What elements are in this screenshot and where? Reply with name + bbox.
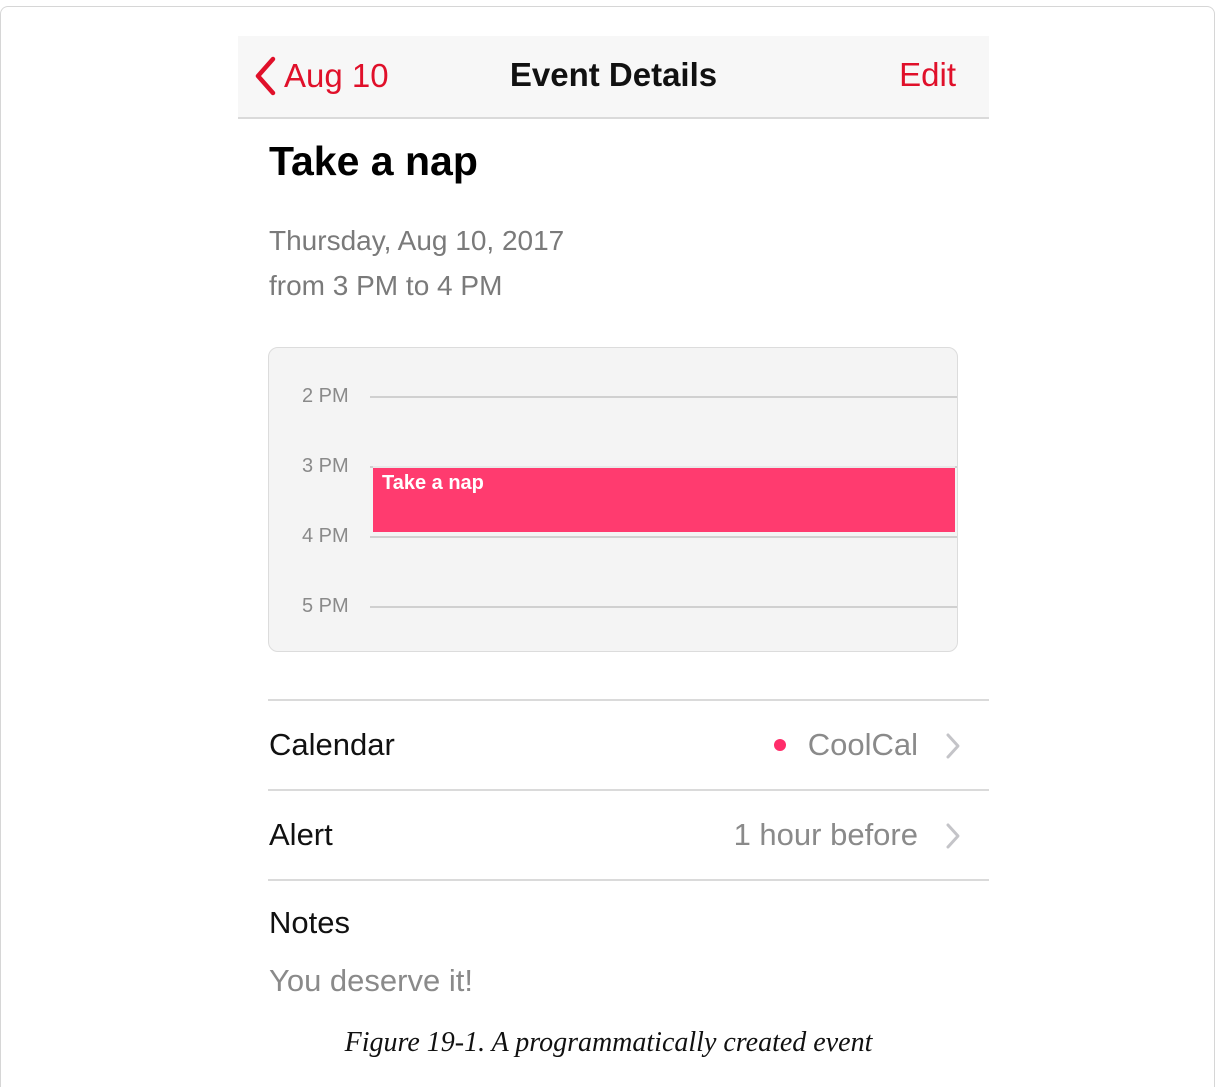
edit-button[interactable]: Edit xyxy=(899,56,956,94)
day-timeline-preview: 2 PM 3 PM 4 PM 5 PM Take a nap xyxy=(268,347,958,652)
event-block-label: Take a nap xyxy=(382,472,484,494)
notes-text: You deserve it! xyxy=(269,963,473,998)
calendar-value-group: CoolCal xyxy=(773,727,918,763)
chevron-right-icon xyxy=(945,822,961,855)
alert-value: 1 hour before xyxy=(733,817,918,852)
navigation-bar: Aug 10 Event Details Edit xyxy=(238,36,989,119)
hour-gridline xyxy=(370,396,957,398)
hour-row: 5 PM xyxy=(269,591,957,621)
event-title: Take a nap xyxy=(269,138,478,184)
hour-label: 2 PM xyxy=(302,385,349,407)
notes-section: Notes You deserve it! xyxy=(268,879,989,1009)
calendar-value: CoolCal xyxy=(807,727,918,762)
calendar-color-dot xyxy=(773,739,786,751)
event-date: Thursday, Aug 10, 2017 xyxy=(269,225,565,256)
alert-row[interactable]: Alert 1 hour before xyxy=(268,789,989,879)
event-block[interactable]: Take a nap xyxy=(373,466,955,532)
notes-label: Notes xyxy=(269,905,350,940)
event-time-range: from 3 PM to 4 PM xyxy=(269,270,503,301)
hour-label: 3 PM xyxy=(302,455,349,477)
figure-caption: Figure 19-1. A programmatically created … xyxy=(344,1027,873,1058)
hour-gridline xyxy=(370,606,957,608)
alert-label: Alert xyxy=(269,817,333,852)
hour-gridline xyxy=(370,536,957,538)
event-details-screen: Aug 10 Event Details Edit Take a nap Thu… xyxy=(238,36,989,1016)
calendar-label: Calendar xyxy=(269,727,395,762)
calendar-row[interactable]: Calendar CoolCal xyxy=(268,699,989,789)
page-title: Event Details xyxy=(509,56,718,93)
chevron-right-icon xyxy=(945,732,961,765)
hour-label: 5 PM xyxy=(302,595,349,617)
hour-label: 4 PM xyxy=(302,525,349,547)
hour-row: 2 PM xyxy=(269,381,957,411)
